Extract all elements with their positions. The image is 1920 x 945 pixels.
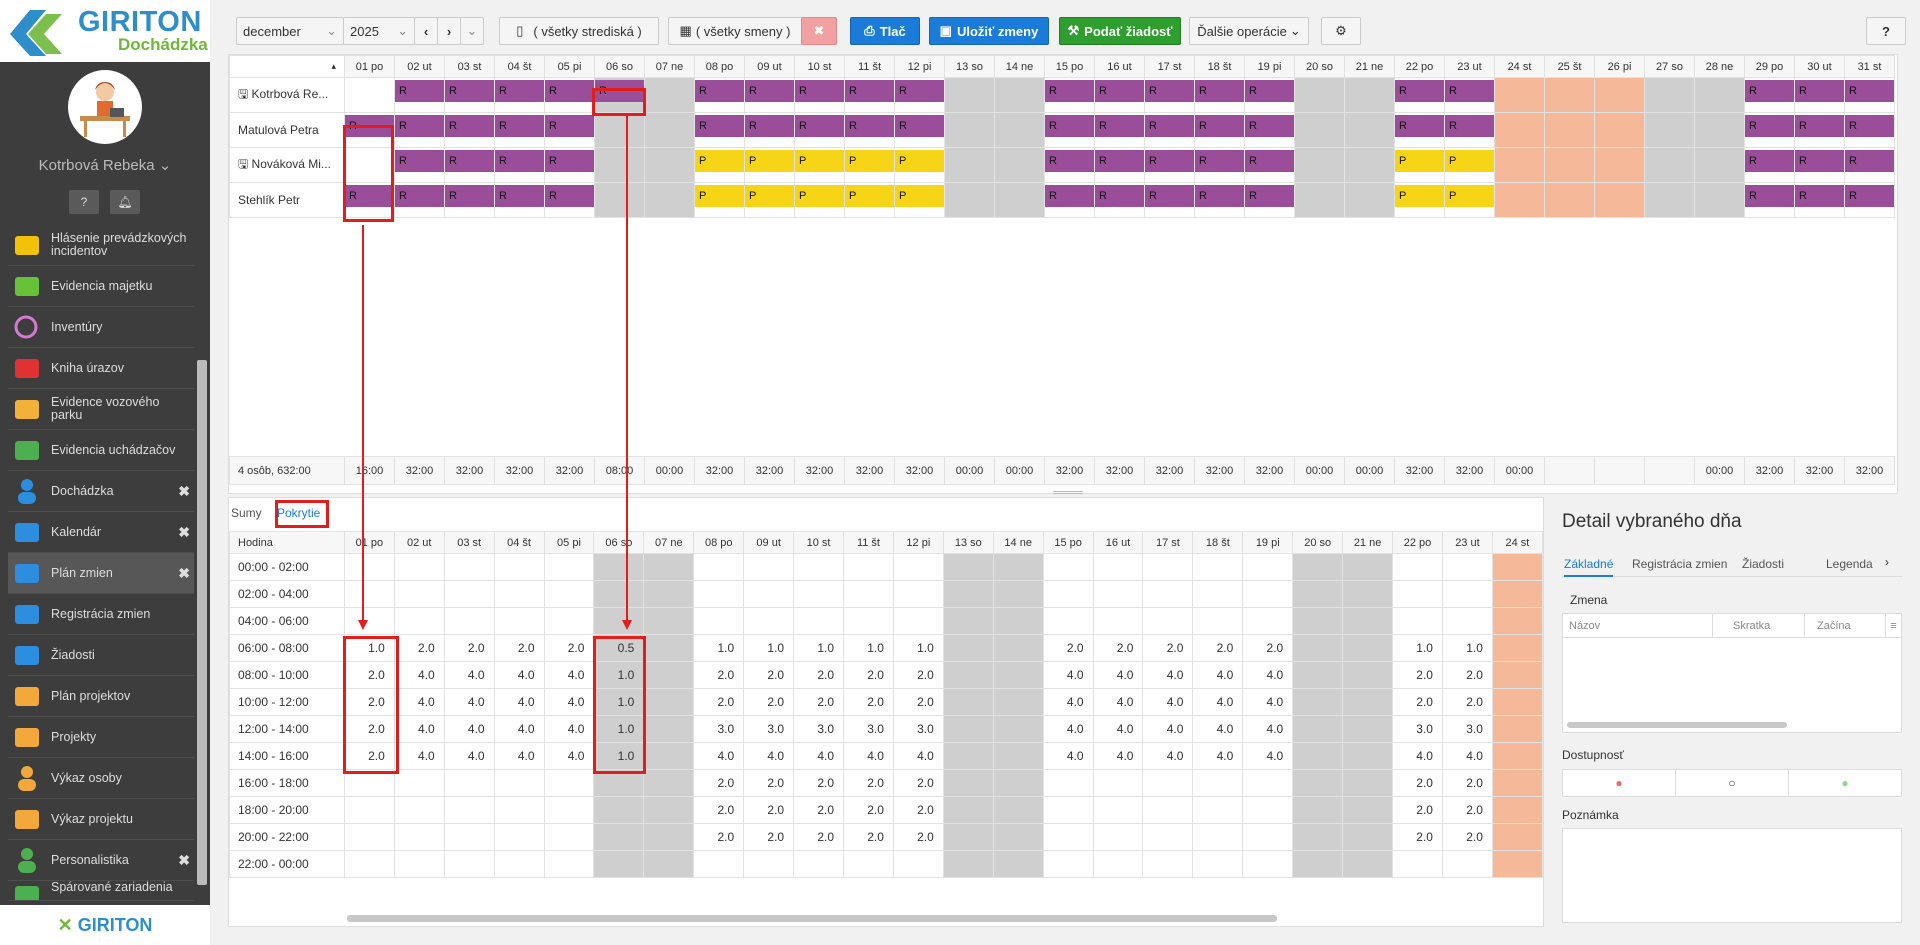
annotation-arrows	[358, 116, 632, 630]
